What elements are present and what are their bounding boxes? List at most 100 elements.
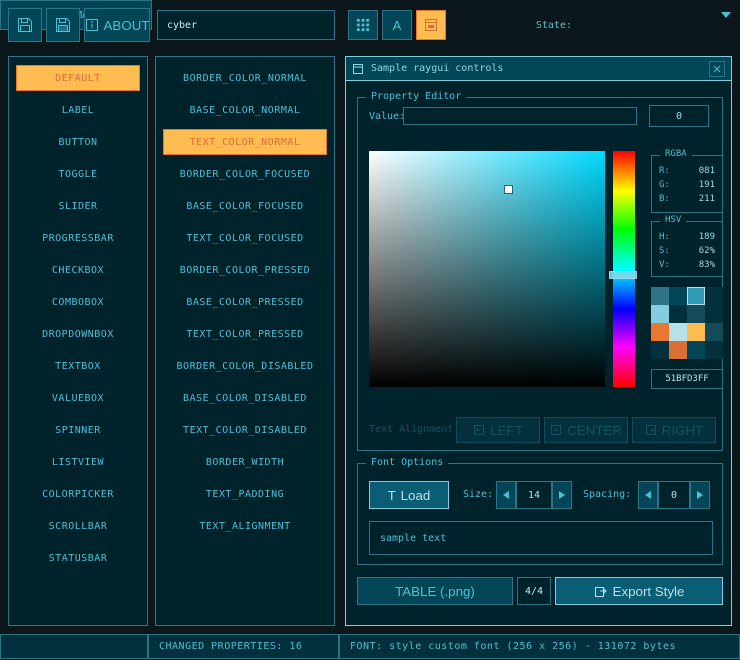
properties-list-item[interactable]: TEXT_COLOR_FOCUSED (163, 225, 327, 251)
font-spacing-value-box[interactable]: 0 (658, 481, 690, 509)
properties-list-item[interactable]: BORDER_COLOR_DISABLED (163, 353, 327, 379)
controls-list-item[interactable]: CHECKBOX (16, 257, 140, 283)
hue-slider-handle[interactable] (609, 271, 637, 279)
controls-list-item[interactable]: COMBOBOX (16, 289, 140, 315)
close-button[interactable] (709, 61, 725, 77)
export-table-button[interactable]: TABLE (.png) (357, 577, 513, 605)
properties-list-item[interactable]: BORDER_COLOR_FOCUSED (163, 161, 327, 187)
load-font-button[interactable]: T Load (369, 481, 449, 509)
font-atlas-button[interactable]: A (382, 10, 412, 40)
value-slider[interactable] (403, 107, 637, 125)
controls-list-item[interactable]: TOGGLE (16, 161, 140, 187)
color-swatch[interactable] (687, 341, 705, 359)
sample-text-input[interactable]: sample text (369, 521, 713, 555)
align-right-button[interactable]: RIGHT (632, 417, 716, 443)
export-style-button[interactable]: Export Style (555, 577, 723, 605)
color-swatch[interactable] (687, 305, 705, 323)
properties-list-item[interactable]: BASE_COLOR_NORMAL (163, 97, 327, 123)
align-center-button[interactable]: CENTER (544, 417, 628, 443)
controls-list-item[interactable]: DEFAULT (16, 65, 140, 91)
properties-list-item-label: BORDER_COLOR_PRESSED (180, 265, 310, 276)
controls-list-item-label: DROPDOWNBOX (42, 329, 114, 340)
hue-slider-bar[interactable] (613, 151, 635, 387)
color-picker-cursor[interactable] (505, 186, 512, 193)
controls-list-item[interactable]: COLORPICKER (16, 481, 140, 507)
color-picker-panel[interactable] (369, 151, 605, 387)
rgba-red-label: R: (659, 164, 670, 178)
controls-list-item[interactable]: VALUEBOX (16, 385, 140, 411)
value-label: Value: (369, 111, 405, 122)
font-size-decrease-button[interactable] (496, 481, 516, 509)
controls-list-item[interactable]: DROPDOWNBOX (16, 321, 140, 347)
color-swatch[interactable] (669, 287, 687, 305)
grid-icon (355, 17, 371, 33)
color-swatch[interactable] (687, 323, 705, 341)
properties-list-item[interactable]: BORDER_WIDTH (163, 449, 327, 475)
color-swatch[interactable] (669, 341, 687, 359)
controls-list-item[interactable]: BUTTON (16, 129, 140, 155)
hsv-group-label: HSV (660, 215, 686, 225)
color-swatch[interactable] (669, 305, 687, 323)
color-swatch[interactable] (651, 287, 669, 305)
save-style-button[interactable] (46, 8, 80, 42)
properties-list-item[interactable]: BORDER_COLOR_PRESSED (163, 257, 327, 283)
rgba-group: RGBA R: 081 G: 191 B: 211 (651, 155, 723, 213)
info-card-icon (85, 18, 99, 32)
hsv-saturation-row: S: 62% (659, 244, 715, 258)
controls-grid-button[interactable] (348, 10, 378, 40)
style-name-input[interactable] (157, 10, 335, 40)
controls-list-item-label: COLORPICKER (42, 489, 114, 500)
about-button[interactable]: ABOUT (84, 8, 150, 42)
controls-list-item[interactable]: LABEL (16, 97, 140, 123)
controls-list-item-label: TEXTBOX (55, 361, 101, 372)
color-swatch[interactable] (651, 323, 669, 341)
properties-list-item-label: TEXT_COLOR_NORMAL (190, 137, 301, 148)
properties-list-item[interactable]: TEXT_PADDING (163, 481, 327, 507)
chevron-left-icon (503, 491, 509, 499)
properties-list-item[interactable]: TEXT_COLOR_NORMAL (163, 129, 327, 155)
controls-list-item[interactable]: SCROLLBAR (16, 513, 140, 539)
load-font-label: Load (401, 488, 431, 503)
controls-list-item[interactable]: LISTVIEW (16, 449, 140, 475)
color-swatch[interactable] (687, 287, 705, 305)
value-box[interactable]: 0 (649, 105, 709, 127)
properties-list-item-label: TEXT_COLOR_DISABLED (183, 425, 307, 436)
properties-list-item[interactable]: TEXT_COLOR_PRESSED (163, 321, 327, 347)
font-spacing-increase-button[interactable] (690, 481, 710, 509)
controls-list-item[interactable]: PROGRESSBAR (16, 225, 140, 251)
properties-list-item[interactable]: BASE_COLOR_FOCUSED (163, 193, 327, 219)
letter-a-icon: A (393, 18, 402, 33)
color-swatch[interactable] (705, 305, 723, 323)
hsv-value-value: 83% (699, 258, 715, 272)
color-swatch[interactable] (651, 341, 669, 359)
about-button-label: ABOUT (104, 18, 150, 33)
open-style-button[interactable] (8, 8, 42, 42)
properties-list-item[interactable]: BASE_COLOR_DISABLED (163, 385, 327, 411)
controls-list-item[interactable]: TEXTBOX (16, 353, 140, 379)
properties-list-item[interactable]: TEXT_COLOR_DISABLED (163, 417, 327, 443)
font-size-increase-button[interactable] (552, 481, 572, 509)
hsv-group: HSV H: 189 S: 62% V: 83% (651, 221, 723, 277)
properties-list-item[interactable]: TEXT_ALIGNMENT (163, 513, 327, 539)
font-size-value-box[interactable]: 14 (516, 481, 552, 509)
properties-list-item[interactable]: BASE_COLOR_PRESSED (163, 289, 327, 315)
color-swatch[interactable] (705, 341, 723, 359)
color-swatch[interactable] (705, 323, 723, 341)
controls-list-item[interactable]: SLIDER (16, 193, 140, 219)
color-swatch[interactable] (669, 323, 687, 341)
controls-list-item[interactable]: STATUSBAR (16, 545, 140, 571)
controls-list-item[interactable]: SPINNER (16, 417, 140, 443)
font-spacing-decrease-button[interactable] (638, 481, 658, 509)
statusbar-font-info: FONT: style custom font (256 x 256) - 13… (339, 634, 740, 659)
controls-list-item-label: SLIDER (58, 201, 97, 212)
properties-list-item-label: BASE_COLOR_PRESSED (186, 297, 303, 308)
align-left-button[interactable]: LEFT (456, 417, 540, 443)
floppy-save-icon (54, 16, 72, 34)
hex-value-box[interactable]: 51BFD3FF (651, 369, 723, 389)
style-preview-mode-button[interactable] (416, 10, 446, 40)
page-indicator[interactable]: 4/4 (517, 577, 551, 605)
properties-list-item-label: BORDER_COLOR_DISABLED (177, 361, 314, 372)
color-swatch[interactable] (705, 287, 723, 305)
properties-list-item[interactable]: BORDER_COLOR_NORMAL (163, 65, 327, 91)
color-swatch[interactable] (651, 305, 669, 323)
